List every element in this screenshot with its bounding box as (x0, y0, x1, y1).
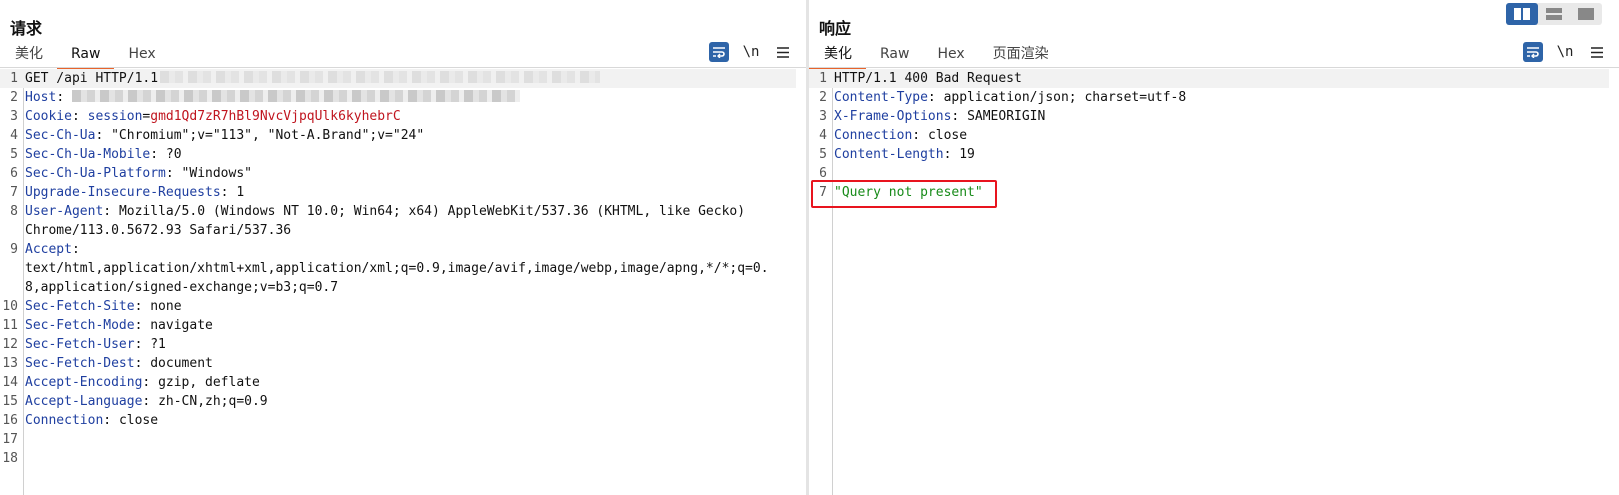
http-message-viewer: 请求 美化 Raw Hex \n 1 GET /api HTTP/1.1 2 H… (0, 0, 1619, 495)
tab-raw[interactable]: Raw (866, 44, 923, 67)
code-line: 6 Sec-Ch-Ua-Platform: "Windows" (10, 166, 252, 181)
menu-icon[interactable] (773, 42, 793, 62)
request-editor[interactable]: 1 GET /api HTTP/1.1 2 Host: 3 Cookie: se… (0, 69, 806, 495)
redacted-region (160, 71, 601, 83)
code-line: 5 Sec-Ch-Ua-Mobile: ?0 (10, 147, 182, 162)
request-title: 请求 (10, 19, 43, 38)
tab-hex[interactable]: Hex (923, 44, 978, 67)
code-line: 16 Connection: close (2, 413, 159, 428)
request-pane: 请求 美化 Raw Hex \n 1 GET /api HTTP/1.1 2 H… (0, 0, 806, 495)
response-title: 响应 (819, 19, 852, 38)
code-line: 2 Host: (0, 88, 796, 107)
code-line: 3 X-Frame-Options: SAMEORIGIN (819, 109, 1046, 124)
menu-icon[interactable] (1587, 42, 1607, 62)
response-pane: 响应 美化 Raw Hex 页面渲染 \n 1 HTTP/1.1 400 Bad… (809, 0, 1619, 495)
code-line: 14 Accept-Encoding: gzip, deflate (2, 375, 260, 390)
code-line: 13 Sec-Fetch-Dest: document (2, 356, 213, 371)
tab-divider (0, 67, 806, 68)
response-body-json: "Query not present" (834, 185, 983, 200)
request-tabs: 美化 Raw Hex (0, 44, 170, 69)
wrap-lines-icon[interactable] (1523, 42, 1543, 62)
code-line: 17 (2, 432, 18, 447)
split-horizontal-icon[interactable] (1506, 3, 1538, 25)
code-line: 9 Accept: text/html,application/xhtml+xml… (10, 242, 769, 295)
code-line: 3 Cookie: session=gmd1Qd7zR7hBl9NvcVjpqU… (10, 109, 401, 124)
tab-pretty[interactable]: 美化 (809, 44, 866, 69)
response-tabs: 美化 Raw Hex 页面渲染 (809, 44, 1063, 69)
response-toolbar: \n (1511, 42, 1607, 62)
code-line: 11 Sec-Fetch-Mode: navigate (2, 318, 213, 333)
split-vertical-icon[interactable] (1538, 3, 1570, 25)
response-editor[interactable]: 1 HTTP/1.1 400 Bad Request 2 Content-Typ… (809, 69, 1619, 495)
layout-switcher (1506, 3, 1602, 25)
tab-pretty[interactable]: 美化 (0, 44, 57, 67)
tab-hex[interactable]: Hex (114, 44, 169, 67)
code-line: 18 (2, 451, 18, 466)
redacted-region (71, 90, 520, 102)
code-line: 8 User-Agent: Mozilla/5.0 (Windows NT 10… (10, 204, 746, 238)
code-line: 5 Content-Length: 19 (819, 147, 975, 162)
code-line: 7 Upgrade-Insecure-Requests: 1 (10, 185, 245, 200)
code-line: 12 Sec-Fetch-User: ?1 (2, 337, 166, 352)
request-toolbar: \n (697, 42, 793, 62)
tab-raw[interactable]: Raw (57, 44, 115, 69)
code-line: 4 Sec-Ch-Ua: "Chromium";v="113", "Not-A.… (10, 128, 425, 143)
single-pane-icon[interactable] (1570, 3, 1602, 25)
code-line: 1 HTTP/1.1 400 Bad Request (809, 69, 1609, 88)
code-line: 4 Connection: close (819, 128, 968, 143)
newline-toggle-button[interactable]: \n (1555, 42, 1575, 62)
code-line: 15 Accept-Language: zh-CN,zh;q=0.9 (2, 394, 268, 409)
code-line: 10 Sec-Fetch-Site: none (2, 299, 182, 314)
newline-toggle-button[interactable]: \n (741, 42, 761, 62)
tab-render[interactable]: 页面渲染 (979, 44, 1063, 67)
code-line: 6 (819, 166, 827, 181)
code-line: 2 Content-Type: application/json; charse… (819, 90, 1187, 105)
wrap-lines-icon[interactable] (709, 42, 729, 62)
tab-divider (809, 67, 1619, 68)
code-line: 7 "Query not present" (809, 183, 1609, 202)
code-line: 1 GET /api HTTP/1.1 (0, 69, 796, 88)
